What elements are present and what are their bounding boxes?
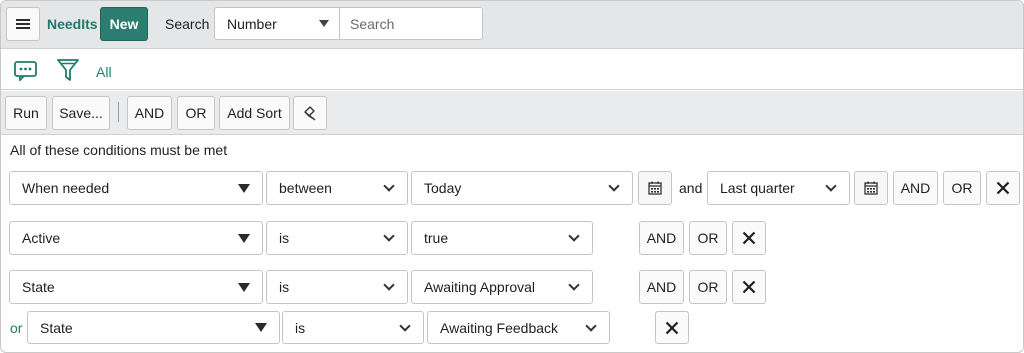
condition-3-value-select[interactable]: Awaiting Approval [411, 270, 593, 304]
condition-1-value-select[interactable]: Today [411, 171, 633, 205]
condition-4-field-value: State [40, 319, 73, 336]
condition-2-or-button[interactable]: OR [689, 221, 727, 255]
app-title[interactable]: NeedIts [47, 16, 98, 32]
list-header: NeedIts New Search Number Search [1, 1, 1023, 49]
condition-4-remove-button[interactable] [655, 311, 689, 344]
condition-4-operator-value: is [295, 319, 306, 336]
chevron-down-icon [383, 279, 395, 291]
filter-funnel-icon[interactable] [57, 58, 79, 82]
condition-3-remove-button[interactable] [732, 270, 766, 304]
condition-4-value: Awaiting Feedback [440, 319, 559, 336]
condition-2-field-select[interactable]: Active [9, 221, 263, 255]
condition-2-value: true [424, 230, 449, 246]
new-button[interactable]: New [100, 7, 148, 41]
condition-1-value: Today [424, 180, 462, 196]
condition-3-operator-value: is [279, 279, 290, 295]
condition-2-operator-value: is [279, 230, 290, 246]
save-button[interactable]: Save... [52, 96, 110, 130]
search-label: Search [165, 16, 210, 32]
clear-filter-button[interactable] [293, 96, 327, 130]
toolbar-and-button[interactable]: AND [127, 96, 172, 130]
calendar-icon [864, 181, 878, 195]
chat-bubble-icon[interactable] [14, 61, 37, 83]
close-icon [996, 181, 1010, 195]
run-button[interactable]: Run [5, 96, 47, 130]
conditions-heading: All of these conditions must be met [10, 142, 228, 158]
condition-1-or-button[interactable]: OR [943, 171, 981, 205]
calendar-icon [648, 181, 662, 195]
toolbar-or-button[interactable]: OR [177, 96, 215, 130]
between-and-label: and [679, 180, 703, 196]
chevron-down-icon [825, 180, 837, 192]
filter-icon-bar: All [1, 50, 1023, 90]
or-condition-prefix: or [10, 320, 23, 336]
condition-1-and-button[interactable]: AND [893, 171, 938, 205]
condition-1-operator-select[interactable]: between [266, 171, 408, 205]
condition-3-operator-select[interactable]: is [266, 270, 408, 304]
caret-down-icon [255, 323, 267, 332]
chevron-down-icon [383, 180, 395, 192]
search-field-select[interactable]: Number [214, 7, 340, 40]
add-sort-button[interactable]: Add Sort [219, 96, 290, 130]
toolbar-divider [118, 102, 119, 122]
condition-3-field-select[interactable]: State [9, 270, 263, 304]
search-placeholder: Search [350, 15, 395, 32]
condition-2-value-select[interactable]: true [411, 221, 593, 255]
hamburger-menu-button[interactable] [6, 7, 40, 41]
condition-3-value: Awaiting Approval [424, 279, 536, 295]
hamburger-menu-icon [16, 17, 30, 31]
close-icon [665, 321, 679, 334]
chevron-down-icon [399, 319, 411, 332]
eraser-icon [304, 106, 316, 121]
search-field-value: Number [227, 15, 277, 32]
condition-1-operator-value: between [279, 180, 332, 196]
condition-4-value-select[interactable]: Awaiting Feedback [427, 311, 610, 344]
caret-down-icon [238, 183, 250, 193]
condition-3-and-button[interactable]: AND [639, 270, 684, 304]
close-icon [742, 231, 756, 245]
close-icon [742, 280, 756, 294]
caret-down-icon [238, 282, 250, 292]
condition-2-and-button[interactable]: AND [639, 221, 684, 255]
chevron-down-icon [585, 319, 597, 332]
condition-2-operator-select[interactable]: is [266, 221, 408, 255]
condition-1-field-select[interactable]: When needed [9, 171, 263, 205]
caret-down-icon [319, 20, 329, 27]
condition-1-value2-select[interactable]: Last quarter [707, 171, 850, 205]
condition-2-field-value: Active [22, 230, 61, 246]
condition-3-field-value: State [22, 279, 55, 295]
condition-4-operator-select[interactable]: is [282, 311, 424, 344]
condition-1-value2: Last quarter [720, 180, 795, 196]
chevron-down-icon [383, 230, 395, 242]
filter-builder-window: NeedIts New Search Number Search All Run… [0, 0, 1024, 353]
chevron-down-icon [608, 180, 620, 192]
condition-3-or-button[interactable]: OR [689, 270, 727, 304]
condition-1-remove-button[interactable] [986, 171, 1020, 205]
condition-4-field-select[interactable]: State [27, 311, 280, 344]
condition-1-calendar-button[interactable] [638, 171, 672, 205]
chevron-down-icon [568, 230, 580, 242]
condition-1-calendar2-button[interactable] [854, 171, 888, 205]
search-input[interactable]: Search [339, 7, 483, 40]
condition-1-field-value: When needed [22, 180, 110, 196]
chevron-down-icon [568, 279, 580, 291]
filter-toolbar: Run Save... AND OR Add Sort [1, 91, 1023, 135]
caret-down-icon [238, 233, 250, 243]
breadcrumb-all-link[interactable]: All [96, 64, 112, 80]
condition-2-remove-button[interactable] [732, 221, 766, 255]
